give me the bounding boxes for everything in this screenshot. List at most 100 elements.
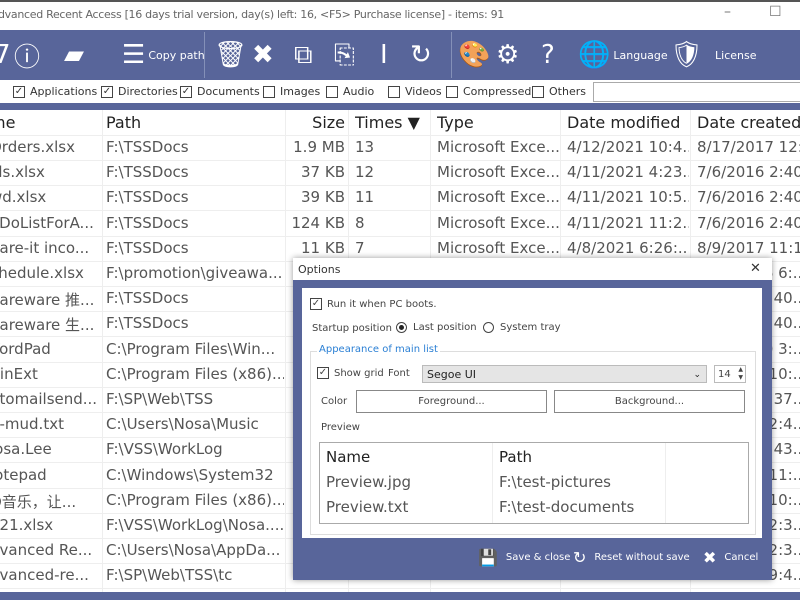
run-at-boot-label: Run it when PC boots. bbox=[327, 298, 437, 310]
filter-others-checkbox[interactable]: Others bbox=[532, 85, 586, 98]
copy-path-button[interactable]: ☰ Copy path bbox=[122, 36, 205, 74]
checkbox-icon: ✓ bbox=[101, 85, 113, 98]
show-grid-label: Show grid bbox=[334, 367, 384, 379]
reset-button[interactable]: ↻ Reset without save bbox=[573, 548, 690, 567]
help-icon[interactable]: ? bbox=[541, 36, 555, 74]
maximize-button[interactable]: ☐ bbox=[769, 4, 782, 20]
header-type[interactable]: Type bbox=[437, 113, 559, 132]
checkbox-icon: ✓ bbox=[13, 85, 25, 98]
table-row[interactable]: oDoListForA... F:\TSSDocs 124 KB 8 Microsoft… bbox=[0, 211, 800, 237]
filter-videos-checkbox[interactable]: Videos bbox=[388, 85, 442, 98]
table-header[interactable]: me PathSize Times ▼ Type Date modified Date c… bbox=[0, 110, 800, 136]
cell-path: F:\VSS\WorkLog bbox=[106, 440, 223, 459]
window-title: dvanced Recent Access [16 days trial ver… bbox=[0, 8, 504, 21]
header-path[interactable]: Path bbox=[106, 113, 284, 132]
move-file-icon[interactable]: ⎘ bbox=[334, 36, 355, 74]
table-row[interactable]: Orders.xlsx F:\TSSDocs 1.9 MB 13 Microsoft E… bbox=[0, 135, 800, 161]
cell-date-modified: 4/11/2021 11:2... bbox=[567, 213, 689, 232]
filter-applications-checkbox[interactable]: ✓ Applications bbox=[13, 85, 97, 98]
run-at-boot-checkbox[interactable]: ✓ Run it when PC boots. bbox=[310, 298, 437, 310]
cell-path: F:\TSSDocs bbox=[106, 314, 189, 333]
language-label: Language bbox=[613, 48, 668, 62]
cell-times: 8 bbox=[355, 213, 365, 232]
preview-header-name: Name bbox=[326, 448, 371, 466]
cell-name: Q音乐，让... bbox=[0, 492, 77, 511]
cell-path: F:\TSSDocs bbox=[106, 289, 189, 308]
filter-audio-checkbox[interactable]: Audio bbox=[326, 85, 374, 98]
checkbox-icon bbox=[532, 85, 544, 98]
header-size[interactable]: Size bbox=[285, 113, 345, 132]
minimize-button[interactable]: – bbox=[724, 4, 731, 20]
filter-images-checkbox[interactable]: Images bbox=[263, 85, 320, 98]
save-close-button[interactable]: 💾 Save & close bbox=[478, 548, 570, 567]
radio-unselected-icon bbox=[483, 322, 494, 333]
copy-icon[interactable]: ⧉ bbox=[294, 36, 313, 74]
header-date-modified[interactable]: Date modified bbox=[567, 113, 689, 132]
language-button[interactable]: 🌐 Language bbox=[578, 36, 668, 74]
cell-date-created: 7/6/2016 2:40... bbox=[697, 163, 800, 182]
font-size-value: 14 bbox=[718, 369, 731, 380]
license-shield-icon: 🛡 bbox=[670, 40, 704, 70]
table-row[interactable]: ills.xlsx F:\TSSDocs 37 KB 12 Microsoft Exce… bbox=[0, 160, 800, 187]
filter-compressed-checkbox[interactable]: Compressed bbox=[446, 85, 531, 98]
cell-times: 13 bbox=[355, 138, 375, 156]
stepper-arrows-icon[interactable]: ▲ ▼ bbox=[738, 366, 743, 382]
toolbar: 7 ⓘ ▰ ☰ Copy path 🗑 ✖ ⧉ ⎘ I ↻ 🎨 ⚙ ? 🌐 Lang… bbox=[0, 30, 800, 80]
settings-gear-icon[interactable]: ⚙ bbox=[496, 36, 519, 74]
header-date-created[interactable]: Date created bbox=[697, 113, 800, 132]
save-icon: 💾 bbox=[478, 548, 498, 567]
cell-path: F:\SP\Web\TSS bbox=[106, 390, 214, 408]
pin-icon[interactable]: 7 bbox=[0, 36, 11, 74]
save-label: Save & close bbox=[505, 552, 571, 563]
foreground-button[interactable]: Foreground... bbox=[356, 390, 547, 413]
cell-date-created: 8/9/2017 11:1... bbox=[697, 238, 800, 257]
cell-type: Microsoft Exce... bbox=[437, 238, 559, 257]
cancel-button[interactable]: ✖ Cancel bbox=[703, 548, 758, 567]
refresh-icon[interactable]: ↻ bbox=[410, 36, 432, 74]
filter-label: Audio bbox=[343, 85, 375, 98]
license-button[interactable]: 🛡 License bbox=[670, 36, 757, 74]
cell-name: dvanced Re... bbox=[0, 541, 93, 560]
background-button[interactable]: Background... bbox=[554, 390, 745, 413]
info-icon[interactable]: ⓘ bbox=[14, 36, 40, 74]
radio-last-position[interactable]: Last position bbox=[396, 322, 477, 333]
filter-directories-checkbox[interactable]: ✓ Directories bbox=[101, 85, 178, 98]
cell-path: F:\SP\Web\TSS\tc bbox=[106, 566, 233, 585]
close-icon[interactable]: ✕ bbox=[750, 261, 761, 276]
font-size-stepper[interactable]: 14 ▲ ▼ bbox=[714, 365, 746, 383]
table-row[interactable]: wd.xlsx F:\TSSDocs 39 KB 11 Microsoft Exce..… bbox=[0, 185, 800, 212]
checkbox-icon: ✓ bbox=[310, 298, 322, 310]
cell-date-created: 8/17/2017 12:... bbox=[697, 138, 800, 156]
cell-path: F:\TSSDocs bbox=[106, 238, 189, 257]
color-label: Color bbox=[321, 396, 348, 407]
filter-label: Documents bbox=[197, 85, 260, 98]
header-name[interactable]: me bbox=[0, 113, 98, 132]
font-select[interactable]: Segoe UI ⌄ bbox=[422, 365, 707, 383]
open-folder-icon[interactable]: ▰ bbox=[64, 36, 84, 74]
filter-documents-checkbox[interactable]: ✓ Documents bbox=[180, 85, 260, 98]
radio-system-tray[interactable]: System tray bbox=[483, 322, 561, 333]
delete-icon[interactable]: ✖ bbox=[252, 36, 274, 74]
cell-name: utomailsend... bbox=[0, 390, 98, 408]
palette-icon[interactable]: 🎨 bbox=[458, 36, 490, 74]
cell-path: F:\promotion\giveawa... bbox=[106, 264, 283, 282]
show-grid-checkbox[interactable]: ✓ Show grid bbox=[317, 367, 384, 379]
checkbox-icon: ✓ bbox=[317, 367, 329, 379]
cell-date-modified: 4/11/2021 4:23... bbox=[567, 163, 689, 182]
chevron-down-icon: ⌄ bbox=[693, 370, 701, 380]
search-input[interactable] bbox=[593, 82, 800, 102]
options-dialog: Options ✕ ✓ Run it when PC boots. Startup… bbox=[293, 258, 772, 580]
cell-name: VordPad bbox=[0, 339, 51, 358]
cell-name: hare-it inco... bbox=[0, 238, 90, 257]
filter-label: Directories bbox=[118, 85, 178, 98]
cell-path: C:\Program Files (x86)... bbox=[106, 364, 284, 383]
system-tray-label: System tray bbox=[500, 322, 561, 333]
dialog-title: Options bbox=[298, 263, 341, 276]
cell-name: wd.xlsx bbox=[0, 188, 47, 207]
rename-icon[interactable]: I bbox=[380, 36, 388, 74]
recycle-bin-icon[interactable]: 🗑 bbox=[214, 36, 247, 74]
reset-label: Reset without save bbox=[594, 552, 690, 563]
filter-label: Videos bbox=[405, 85, 442, 98]
header-times[interactable]: Times ▼ bbox=[355, 113, 430, 132]
checkbox-icon bbox=[263, 85, 275, 98]
